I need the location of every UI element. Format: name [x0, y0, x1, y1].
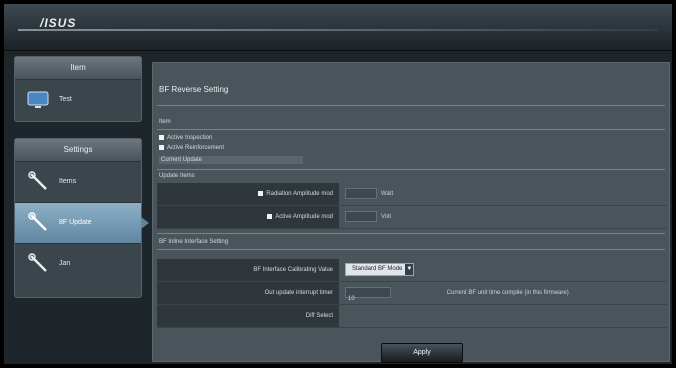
divider — [157, 129, 665, 130]
checkbox-row-reinforcement[interactable]: Active Reinforcement — [159, 145, 224, 151]
banner-divider — [18, 29, 658, 31]
help-note: Current BF unit time compile (in this fi… — [446, 290, 569, 296]
sidebar-item-jan[interactable]: Jan — [15, 244, 141, 284]
text-input[interactable] — [345, 210, 377, 222]
wrench-icon — [28, 171, 47, 190]
input-value: 10 — [348, 295, 355, 302]
app-frame: /ISUS Item Test Settings Items 8F Update… — [4, 4, 672, 364]
unit-label: Watt — [381, 191, 394, 197]
checkbox[interactable] — [159, 145, 164, 150]
panel-header: Settings — [15, 139, 141, 162]
unit-label: Volt — [381, 214, 392, 220]
update-items-table: Radiation Amplitude mod Watt Active Ampl… — [157, 183, 667, 229]
table-row: Diff Select — [157, 305, 667, 328]
text-input[interactable] — [345, 187, 377, 199]
section-header: Update Items — [159, 173, 195, 179]
timer-input[interactable]: 10 — [345, 286, 391, 302]
sidebar-panel-item: Item Test — [14, 56, 142, 122]
brand-logo: /ISUS — [40, 16, 77, 30]
table-row: Active Amplitude mod Volt — [157, 206, 667, 229]
row-label-text: Active Amplitude mod — [275, 214, 333, 220]
main-panel: BF Reverse Setting Item Active Inspectio… — [152, 62, 670, 363]
interface-table: BF Interface Calibrating Value Standard … — [157, 259, 667, 328]
checkbox[interactable] — [258, 191, 264, 196]
sidebar-item-bf-update[interactable]: 8F Update — [15, 203, 149, 244]
wrench-icon — [28, 253, 47, 272]
panel-header: Item — [15, 57, 141, 80]
sidebar-item-test[interactable]: Test — [15, 80, 141, 120]
item-text: Item — [159, 119, 171, 125]
checkbox[interactable] — [267, 214, 273, 219]
chevron-down-icon: ▼ — [405, 263, 414, 275]
checkbox-label: Active Inspection — [167, 135, 213, 141]
row-label: Radiation Amplitude mod — [157, 183, 339, 205]
monitor-icon — [27, 91, 49, 108]
top-banner: /ISUS — [4, 4, 672, 51]
sidebar-item-label: Items — [59, 178, 77, 185]
row-label: Active Amplitude mod — [157, 206, 339, 228]
checkbox[interactable] — [159, 135, 164, 140]
sidebar-item-label: Test — [59, 96, 72, 103]
table-row: Out update interrupt timer 10 Current BF… — [157, 282, 667, 305]
row-label: Out update interrupt timer — [157, 282, 339, 304]
divider — [157, 233, 665, 234]
divider — [157, 169, 665, 170]
table-row: Radiation Amplitude mod Watt — [157, 183, 667, 206]
row-label-text: Radiation Amplitude mod — [266, 191, 333, 197]
row-label: BF Interface Calibrating Value — [157, 259, 339, 281]
section-header: BF Inline Interface Setting — [159, 239, 229, 245]
row-value — [345, 305, 667, 327]
row-label: Diff Select — [157, 305, 339, 327]
sidebar-item-label: Jan — [59, 260, 71, 267]
mode-select[interactable]: Standard BF Mode ▼ — [345, 262, 415, 276]
checkbox-label: Active Reinforcement — [167, 145, 225, 151]
wrench-icon — [28, 212, 47, 231]
sidebar-panel-settings: Settings Items 8F Update Jan — [14, 138, 149, 298]
sidebar-item-items[interactable]: Items — [15, 162, 141, 203]
row-value: 10 Current BF unit time compile (in this… — [345, 282, 667, 304]
row-value: Standard BF Mode ▼ — [345, 259, 667, 281]
page-title: BF Reverse Setting — [159, 85, 229, 94]
row-value: Volt — [345, 206, 667, 228]
table-row: BF Interface Calibrating Value Standard … — [157, 259, 667, 282]
active-indicator — [141, 217, 149, 229]
divider — [157, 105, 665, 106]
divider — [157, 249, 665, 250]
select-value: Standard BF Mode — [352, 265, 403, 272]
sidebar-item-label: 8F Update — [59, 219, 92, 226]
current-update-field: Current Update — [159, 156, 303, 164]
sidebar: Item Test Settings Items 8F Update Jan — [8, 56, 149, 356]
row-value: Watt — [345, 183, 667, 205]
apply-button[interactable]: Apply — [381, 343, 463, 363]
checkbox-row-inspection[interactable]: Active Inspection — [159, 135, 212, 141]
